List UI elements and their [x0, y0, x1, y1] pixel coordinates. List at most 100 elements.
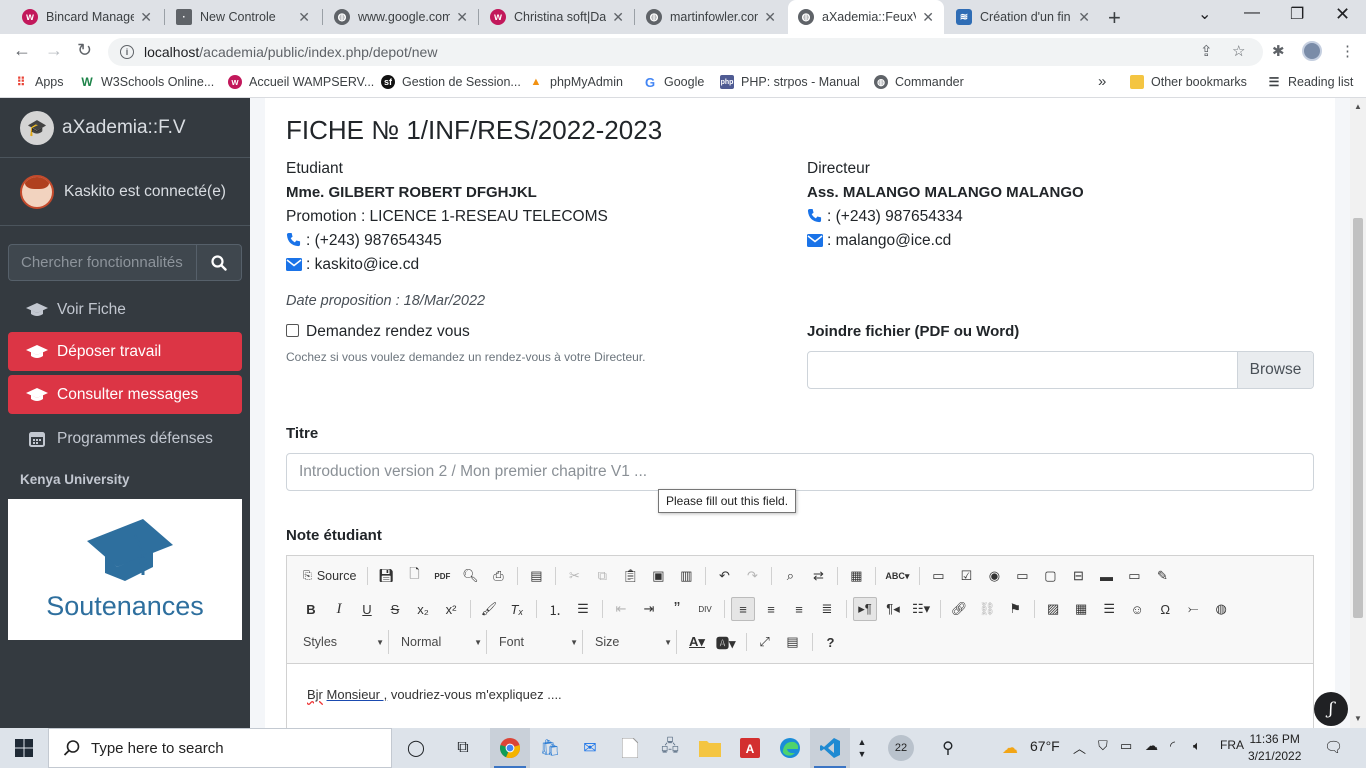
strikethrough-icon[interactable]: S	[383, 597, 407, 621]
numbered-list-icon[interactable]: ⒈	[543, 597, 567, 621]
anchor-flag-icon[interactable]: ⚑	[1003, 597, 1027, 621]
bookmark-phpmyadmin[interactable]: ▲ phpMyAdmin	[529, 75, 623, 89]
taskbar-scroll-icon[interactable]: ▲ ▼	[850, 736, 874, 760]
export-pdf-icon[interactable]: PDF	[430, 564, 454, 588]
title-input[interactable]	[286, 453, 1314, 491]
menu-icon[interactable]: ⋮	[1340, 42, 1355, 60]
subscript-icon[interactable]: x₂	[411, 597, 435, 621]
star-icon[interactable]: ☆	[1232, 42, 1245, 60]
underline-icon[interactable]: U	[355, 597, 379, 621]
share-icon[interactable]: ⇪	[1200, 42, 1213, 60]
volume-icon[interactable]: 🔈︎	[1193, 738, 1201, 754]
taskbar-search[interactable]: Type here to search	[48, 728, 392, 768]
acrobat-icon[interactable]: A	[738, 736, 762, 760]
print-icon[interactable]: ⎙	[486, 564, 510, 588]
text-color-icon[interactable]: A▾	[685, 630, 709, 654]
bookmark-session[interactable]: sf Gestion de Session...	[381, 75, 521, 89]
bookmark-php-manual[interactable]: php PHP: strpos - Manual	[720, 75, 860, 89]
battery-icon[interactable]: ▭	[1120, 738, 1132, 754]
file-explorer-icon[interactable]	[698, 736, 722, 760]
language-icon[interactable]: ☷▾	[909, 597, 933, 621]
taskbar-clock[interactable]: 11:36 PM 3/21/2022	[1248, 731, 1301, 765]
find-icon[interactable]: ⌕	[778, 564, 802, 588]
paste-text-icon[interactable]: ▣	[646, 564, 670, 588]
bookmark-w3schools[interactable]: W W3Schools Online...	[80, 75, 214, 89]
file-upload-input[interactable]: Browse	[807, 351, 1314, 389]
info-icon[interactable]: i	[120, 45, 134, 59]
wifi-icon[interactable]: ◜	[1170, 738, 1175, 754]
copy-format-icon[interactable]: 🖌︎	[477, 597, 501, 621]
help-icon[interactable]: ?	[819, 630, 843, 654]
close-icon[interactable]: ✕	[612, 9, 624, 26]
widgets-badge[interactable]: 22	[888, 735, 914, 761]
other-bookmarks-folder[interactable]: Other bookmarks	[1130, 75, 1247, 89]
sidebar-item-consulter-messages[interactable]: Consulter messages	[8, 375, 242, 414]
store-icon[interactable]: 🛍︎	[538, 736, 562, 760]
cortana-icon[interactable]: ◯	[404, 736, 428, 760]
windows-start-icon[interactable]	[12, 736, 36, 760]
close-window-button[interactable]: ✕	[1335, 4, 1350, 25]
page-break-icon[interactable]: ⤚	[1181, 597, 1205, 621]
chevron-up-icon[interactable]: ︿	[1073, 738, 1086, 757]
blockquote-icon[interactable]: ”	[665, 597, 689, 621]
chrome-icon[interactable]	[498, 736, 522, 760]
spellcheck-icon[interactable]: ABC▾	[882, 564, 912, 588]
source-button[interactable]: ⎘ Source	[299, 564, 360, 588]
close-icon[interactable]: ✕	[298, 9, 310, 26]
task-view-icon[interactable]: ⧉	[451, 736, 475, 760]
document-icon[interactable]	[618, 736, 642, 760]
align-center-icon[interactable]: ≡	[759, 597, 783, 621]
div-container-icon[interactable]: DIV	[693, 597, 717, 621]
edge-icon[interactable]	[778, 736, 802, 760]
bold-icon[interactable]: B	[299, 597, 323, 621]
sidebar-search-input[interactable]	[8, 244, 196, 281]
profile-avatar[interactable]	[1302, 41, 1322, 61]
browser-tab[interactable]: ◍ www.google.com ✕	[324, 0, 478, 34]
brand-link[interactable]: 🎓 aXademia::F.V	[0, 98, 250, 158]
special-char-icon[interactable]: Ω	[1153, 597, 1177, 621]
cut-icon[interactable]: ✂	[562, 564, 586, 588]
indent-icon[interactable]: ⇥	[637, 597, 661, 621]
restore-button[interactable]: ❐	[1290, 4, 1304, 24]
browser-tab-active[interactable]: ◍ aXademia::FeuxV ✕	[788, 0, 944, 34]
network-app-icon[interactable]: 🖧	[658, 736, 682, 760]
bulleted-list-icon[interactable]: ☰	[571, 597, 595, 621]
scroll-down-icon[interactable]: ▼	[1354, 714, 1362, 723]
reading-list-button[interactable]: ☰ Reading list	[1267, 75, 1354, 89]
paste-icon[interactable]: 📋︎	[618, 564, 642, 588]
size-dropdown[interactable]: Size ▼	[591, 630, 677, 654]
maximize-icon[interactable]: ⤢	[753, 630, 777, 654]
bookmark-commander[interactable]: ◍ Commander	[874, 75, 964, 89]
form-icon[interactable]: ▭	[926, 564, 950, 588]
scrollbar-thumb[interactable]	[1353, 218, 1363, 618]
horizontal-line-icon[interactable]: ☰	[1097, 597, 1121, 621]
close-icon[interactable]: ✕	[1078, 9, 1090, 26]
select-all-icon[interactable]: ▦	[844, 564, 868, 588]
copy-icon[interactable]: ⧉	[590, 564, 614, 588]
undo-icon[interactable]: ↶	[712, 564, 736, 588]
weather-icon[interactable]: ☁	[998, 736, 1022, 760]
browser-tab[interactable]: · New Controle ✕	[166, 0, 320, 34]
remove-format-icon[interactable]: Tₓ	[505, 597, 529, 621]
table-icon[interactable]: ▦	[1069, 597, 1093, 621]
vscode-icon[interactable]	[818, 736, 842, 760]
rdv-checkbox[interactable]	[286, 324, 299, 337]
weather-temperature[interactable]: 67°F	[1030, 738, 1060, 754]
close-icon[interactable]: ✕	[140, 9, 152, 26]
italic-icon[interactable]: I	[327, 597, 351, 621]
browser-tab[interactable]: w Bincard Managem ✕	[12, 0, 162, 34]
editor-content-area[interactable]: Bjr Monsieur , voudriez-vous m'expliquez…	[287, 664, 1313, 728]
close-icon[interactable]: ✕	[456, 9, 468, 26]
iframe-icon[interactable]: ◍	[1209, 597, 1233, 621]
close-icon[interactable]: ✕	[922, 9, 934, 26]
notifications-icon[interactable]: 🗨︎	[1324, 738, 1343, 756]
sidebar-item-programmes-defenses[interactable]: Programmes défenses	[8, 419, 242, 458]
bookmark-wampserver[interactable]: w Accueil WAMPSERV...	[228, 75, 374, 89]
align-left-icon[interactable]: ≡	[731, 597, 755, 621]
close-icon[interactable]: ✕	[764, 9, 776, 26]
image-icon[interactable]: ▨	[1041, 597, 1065, 621]
back-arrow-icon[interactable]: ←	[13, 40, 31, 61]
reload-icon[interactable]: ↻	[77, 40, 92, 61]
new-page-icon[interactable]: 🗋	[402, 564, 426, 588]
symfony-toolbar-button[interactable]: ʃ	[1314, 692, 1348, 726]
